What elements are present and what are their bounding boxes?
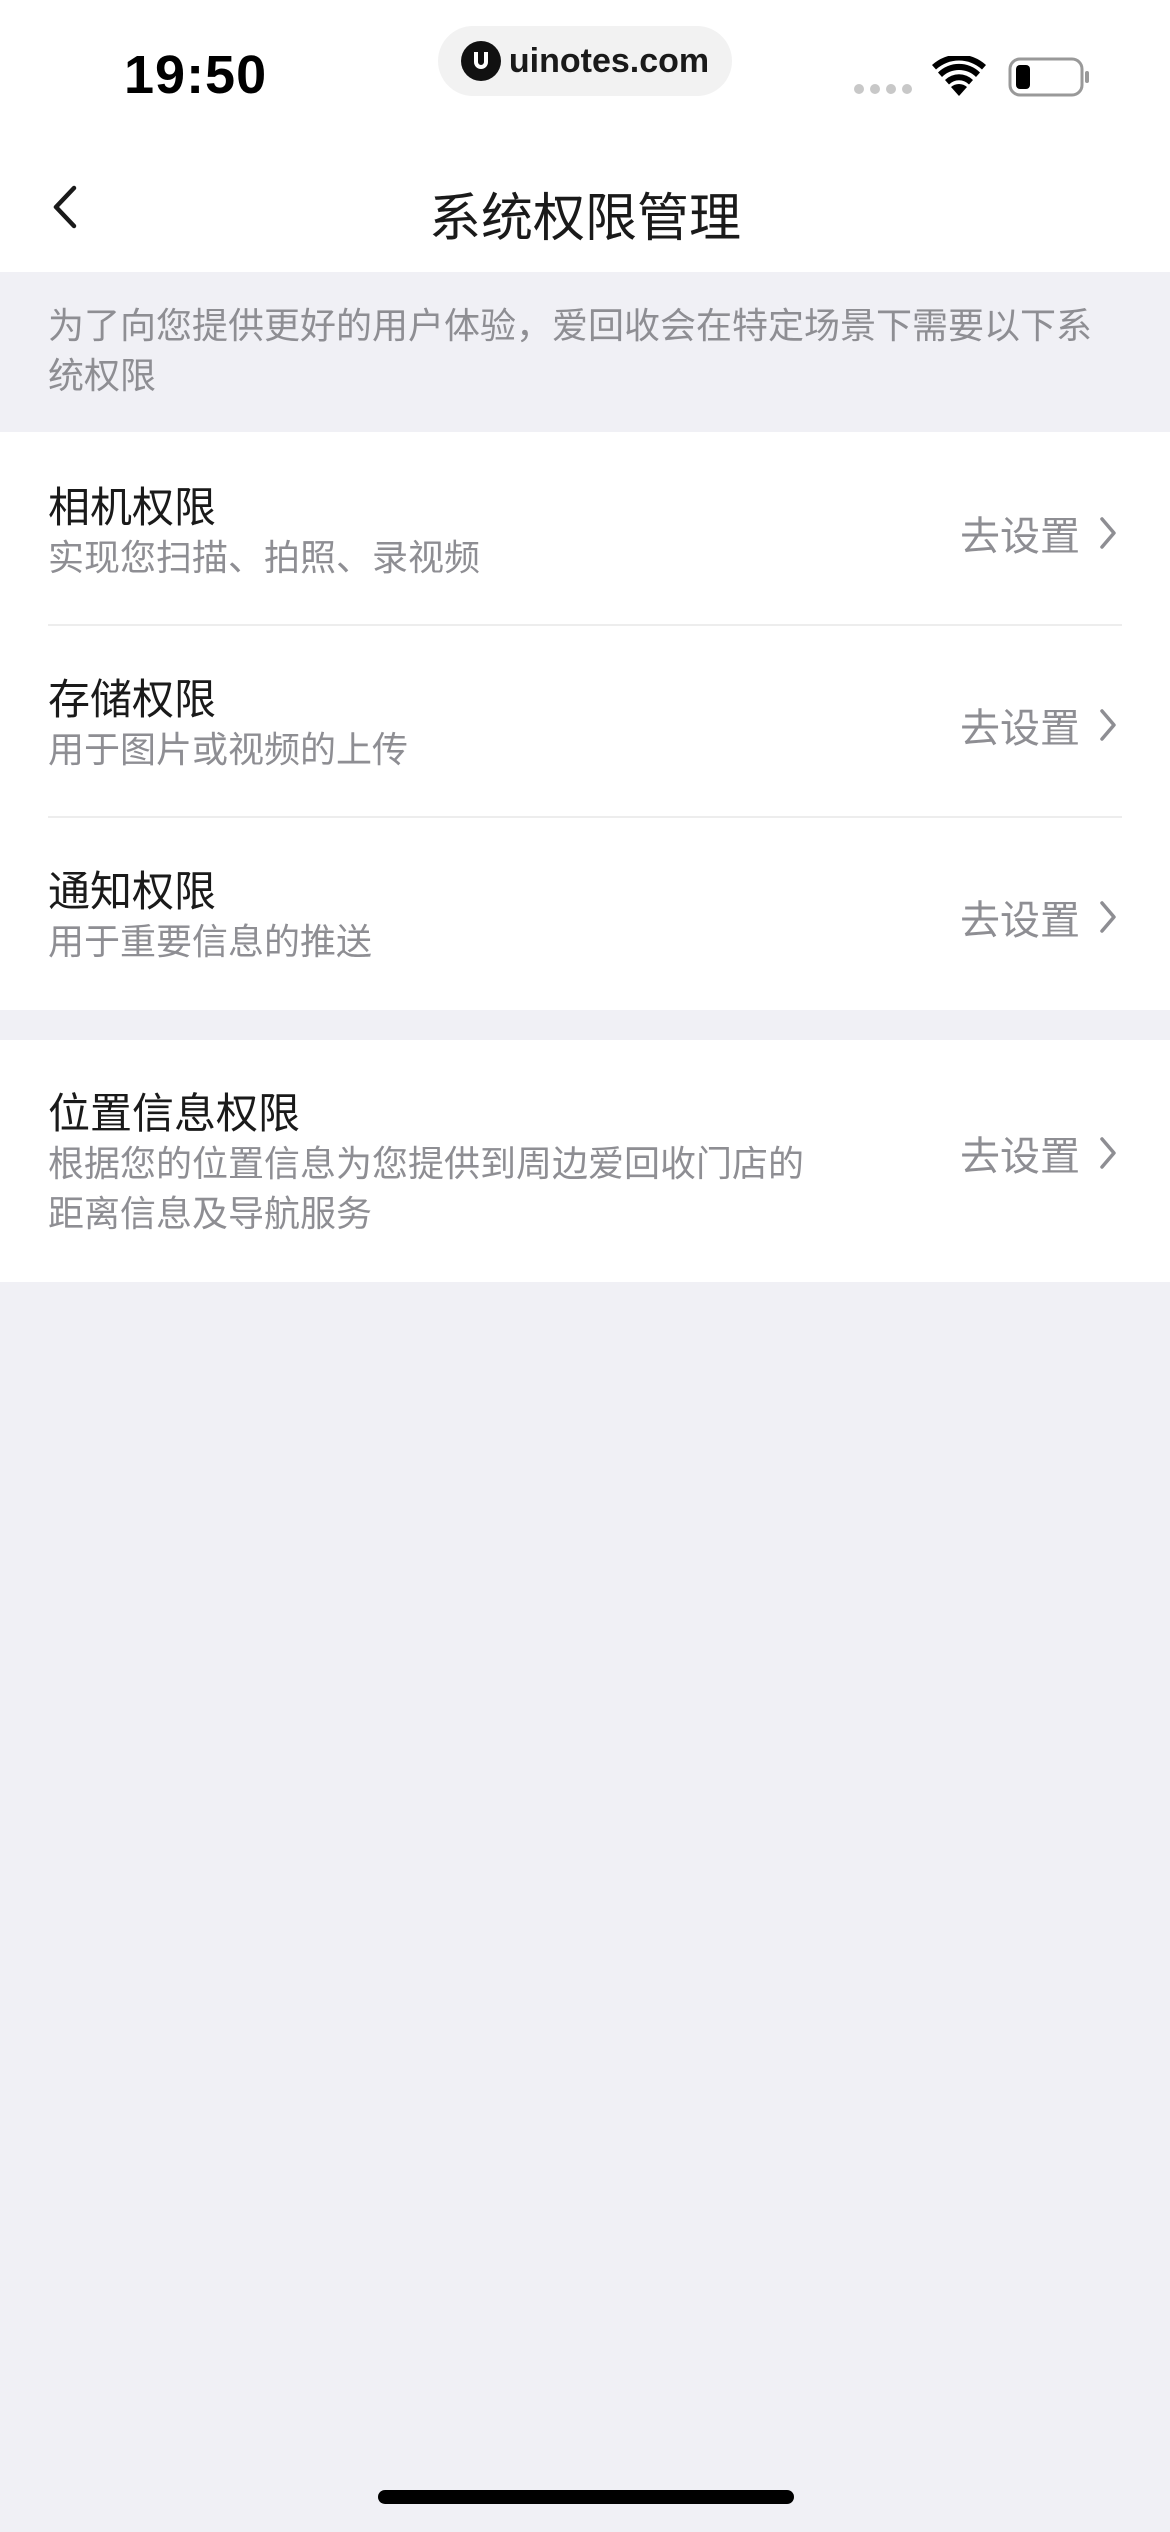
cellular-signal-icon	[854, 84, 912, 94]
permission-desc: 用于重要信息的推送	[48, 922, 373, 963]
battery-icon	[1008, 56, 1092, 102]
go-settings-label: 去设置	[960, 706, 1080, 752]
go-settings-button[interactable]: 去设置	[960, 504, 1122, 562]
permission-desc: 实现您扫描、拍照、录视频	[48, 538, 481, 579]
intro-section: 为了向您提供更好的用户体验，爱回收会在特定场景下需要以下系统权限	[0, 272, 1170, 432]
chevron-right-icon	[1100, 1137, 1116, 1169]
chevron-right-icon	[1100, 517, 1116, 549]
go-settings-label: 去设置	[960, 898, 1080, 944]
go-settings-button[interactable]: 去设置	[960, 696, 1122, 754]
site-logo-icon	[460, 41, 501, 81]
navigation-bar: 系统权限管理	[0, 140, 1170, 272]
permission-desc: 根据您的位置信息为您提供到周边爱回收门店的距离信息及导航服务	[48, 1144, 805, 1235]
permission-title: 相机权限	[48, 483, 217, 532]
go-settings-label: 去设置	[960, 514, 1080, 560]
wifi-icon	[932, 54, 986, 102]
home-indicator[interactable]	[378, 2490, 794, 2504]
go-settings-button[interactable]: 去设置	[960, 888, 1122, 946]
url-text: uinotes.com	[508, 41, 710, 80]
go-settings-button[interactable]: 去设置	[960, 1124, 1122, 1182]
permission-group: 相机权限 实现您扫描、拍照、录视频 去设置 存储权限 用于图片或视频的上传 去设…	[0, 432, 1170, 1010]
chevron-right-icon	[1100, 709, 1116, 741]
status-bar: 19:50 uinotes.com	[0, 0, 1170, 140]
permission-row-location[interactable]: 位置信息权限 根据您的位置信息为您提供到周边爱回收门店的距离信息及导航服务 去设…	[48, 1040, 1122, 1282]
permission-row-storage[interactable]: 存储权限 用于图片或视频的上传 去设置	[48, 626, 1122, 816]
permission-title: 存储权限	[48, 675, 217, 724]
permission-row-notification[interactable]: 通知权限 用于重要信息的推送 去设置	[48, 818, 1122, 1010]
permission-title: 通知权限	[48, 867, 217, 916]
page-title: 系统权限管理	[428, 189, 741, 249]
intro-text: 为了向您提供更好的用户体验，爱回收会在特定场景下需要以下系统权限	[48, 306, 1093, 397]
status-time: 19:50	[124, 45, 268, 105]
permission-group: 位置信息权限 根据您的位置信息为您提供到周边爱回收门店的距离信息及导航服务 去设…	[0, 1040, 1170, 1282]
chevron-right-icon	[1100, 901, 1116, 933]
permission-row-camera[interactable]: 相机权限 实现您扫描、拍照、录视频 去设置	[48, 432, 1122, 624]
go-settings-label: 去设置	[960, 1134, 1080, 1180]
url-pill[interactable]: uinotes.com	[438, 26, 732, 96]
permission-desc: 用于图片或视频的上传	[48, 730, 409, 771]
permission-title: 位置信息权限	[48, 1089, 301, 1138]
